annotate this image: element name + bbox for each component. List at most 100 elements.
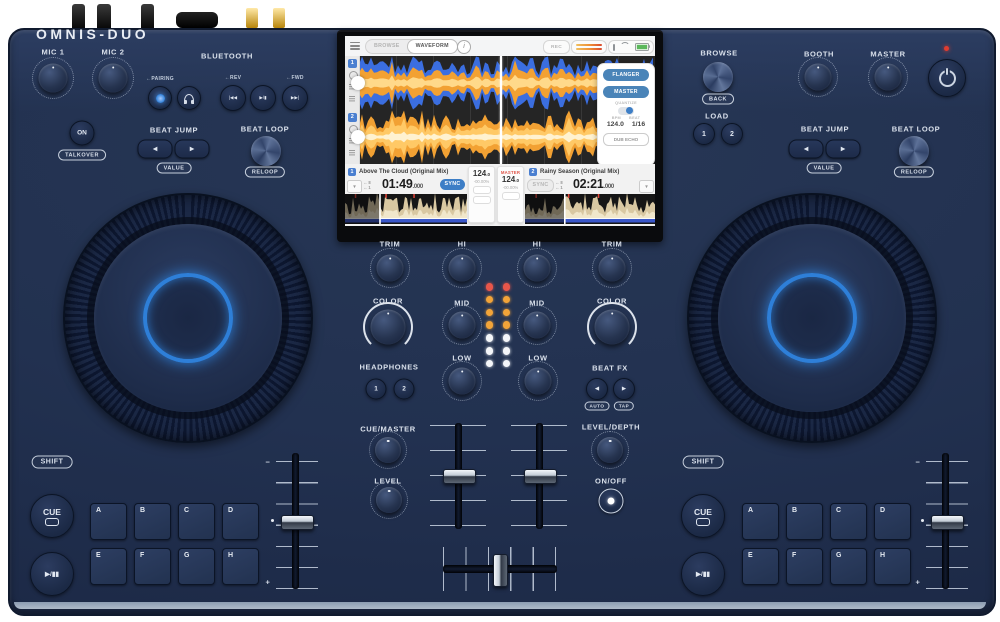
- beat-loop-left-label: BEAT LOOP: [241, 125, 290, 134]
- screen-header: BROWSE WAVEFORM i REC: [345, 36, 655, 57]
- pad-left-h[interactable]: H: [222, 548, 259, 585]
- tempo-left-cap[interactable]: [281, 515, 314, 530]
- beat-loop-right-knob[interactable]: [899, 136, 929, 166]
- beat-fx-prev-button[interactable]: ◀: [586, 378, 608, 400]
- trim-left-knob[interactable]: [377, 255, 404, 282]
- quantize-toggle[interactable]: [618, 107, 634, 116]
- hi-right-knob[interactable]: [524, 255, 551, 282]
- shift-right-button[interactable]: SHIFT: [683, 456, 724, 469]
- pad-right-h[interactable]: H: [874, 548, 911, 585]
- pad-right-d[interactable]: D: [874, 503, 911, 540]
- beat-jump-right-back-button[interactable]: ◀: [789, 140, 824, 159]
- deck1-tempo-range-button[interactable]: [473, 186, 491, 194]
- power-icon: [939, 70, 956, 87]
- pad-left-c[interactable]: C: [178, 503, 215, 540]
- master-knob[interactable]: [875, 64, 902, 91]
- beat-fx-next-button[interactable]: ▶: [613, 378, 635, 400]
- crossfader-cap[interactable]: [493, 554, 508, 587]
- color-left-knob[interactable]: [371, 310, 406, 345]
- rec-button[interactable]: REC: [543, 40, 570, 54]
- level-knob[interactable]: [376, 487, 402, 513]
- low-left-knob[interactable]: [449, 368, 476, 395]
- trim-right-knob[interactable]: [599, 255, 626, 282]
- deck1-sync-button[interactable]: SYNC: [440, 179, 465, 190]
- level-depth-knob[interactable]: [597, 437, 623, 463]
- booth-knob[interactable]: [805, 64, 832, 91]
- bluetooth-pairing-button[interactable]: [148, 86, 172, 110]
- pad-right-a[interactable]: A: [742, 503, 779, 540]
- fx-select-button[interactable]: FLANGER: [603, 69, 649, 81]
- deck1-playhead: [500, 56, 502, 110]
- play-right-button[interactable]: ▶/▮▮: [681, 552, 725, 596]
- deck2-badge: 2: [348, 113, 357, 122]
- pad-right-c[interactable]: C: [830, 503, 867, 540]
- track-prev-button[interactable]: |◀◀: [220, 85, 246, 111]
- mid-left-knob[interactable]: [449, 312, 476, 339]
- fx-beat-value[interactable]: 1/16: [632, 121, 645, 128]
- deck2-expand-button[interactable]: ▼: [639, 180, 654, 193]
- deck1-overview-waveform[interactable]: [345, 194, 467, 224]
- fx-beat-label: BEAT: [629, 116, 640, 120]
- beat-loop-left-knob[interactable]: [251, 136, 281, 166]
- deck1-lane-handle[interactable]: [351, 76, 365, 90]
- fx-bpm-value[interactable]: 124.0: [607, 121, 624, 128]
- mic1-knob[interactable]: [39, 64, 68, 93]
- low-right-knob[interactable]: [525, 368, 552, 395]
- tab-waveform[interactable]: WAVEFORM: [407, 39, 458, 54]
- deck1-tempo-reset-button[interactable]: [473, 196, 491, 204]
- deck2-lane-handle[interactable]: [351, 130, 365, 144]
- pad-right-b[interactable]: B: [786, 503, 823, 540]
- fx-on-off-button[interactable]: [599, 489, 624, 514]
- headphones-label: HEADPHONES: [360, 363, 419, 372]
- deck2-sync-button[interactable]: SYNC: [527, 179, 554, 192]
- cue-right-button[interactable]: CUE: [681, 494, 725, 538]
- pad-left-e[interactable]: E: [90, 548, 127, 585]
- pad-left-g[interactable]: G: [178, 548, 215, 585]
- deck1-expand-button[interactable]: ▼: [347, 180, 362, 193]
- bt-play-pause-button[interactable]: ▶/▮: [250, 85, 276, 111]
- menu-icon[interactable]: [350, 42, 360, 50]
- shift-left-button[interactable]: SHIFT: [32, 456, 73, 469]
- load-1-button[interactable]: 1: [693, 123, 715, 145]
- deck2-tempo-range-button[interactable]: [502, 192, 520, 200]
- power-button[interactable]: [928, 59, 966, 97]
- touch-screen[interactable]: BROWSE WAVEFORM i REC 1 2: [345, 36, 655, 226]
- pad-right-e[interactable]: E: [742, 548, 779, 585]
- track-next-button[interactable]: ▶▶|: [282, 85, 308, 111]
- play-left-button[interactable]: ▶/▮▮: [30, 552, 74, 596]
- pad-left-b[interactable]: B: [134, 503, 171, 540]
- cue-master-knob[interactable]: [375, 437, 401, 463]
- fx-bank-button[interactable]: DUB ECHO: [603, 133, 649, 146]
- beat-jump-left-fwd-button[interactable]: ▶: [175, 140, 210, 159]
- mid-right-knob[interactable]: [524, 312, 551, 339]
- ch2-fader-cap[interactable]: [524, 469, 557, 484]
- meter-bar: [576, 48, 602, 51]
- arrow-right-icon: ▶: [190, 146, 195, 153]
- fx-value-labels: BPM BEAT: [612, 116, 641, 120]
- mic-on-button[interactable]: ON: [70, 121, 95, 146]
- pad-left-a[interactable]: A: [90, 503, 127, 540]
- headphones-2-button[interactable]: 2: [394, 379, 415, 400]
- deck2-loop-badges: ↔ 8↔ 1: [555, 180, 563, 191]
- mic2-knob[interactable]: [99, 64, 128, 93]
- pad-left-d[interactable]: D: [222, 503, 259, 540]
- color-right-knob[interactable]: [595, 310, 630, 345]
- headphones-1-button[interactable]: 1: [366, 379, 387, 400]
- load-2-button[interactable]: 2: [721, 123, 743, 145]
- browse-knob[interactable]: [703, 62, 733, 92]
- deck2-overview-waveform[interactable]: [525, 194, 655, 224]
- fx-panel: FLANGER MASTER QUANTIZE BPM BEAT 124.0 1…: [597, 63, 655, 166]
- beat-jump-right-fwd-button[interactable]: ▶: [826, 140, 861, 159]
- pad-right-f[interactable]: F: [786, 548, 823, 585]
- tab-browse[interactable]: BROWSE: [366, 40, 408, 53]
- hi-left-knob[interactable]: [449, 255, 476, 282]
- fx-assign-button[interactable]: MASTER: [603, 86, 649, 98]
- ch1-fader-cap[interactable]: [443, 469, 476, 484]
- info-button[interactable]: i: [457, 40, 471, 54]
- pad-left-f[interactable]: F: [134, 548, 171, 585]
- cue-left-button[interactable]: CUE: [30, 494, 74, 538]
- beat-jump-left-back-button[interactable]: ◀: [138, 140, 173, 159]
- pad-right-g[interactable]: G: [830, 548, 867, 585]
- tempo-right-cap[interactable]: [931, 515, 964, 530]
- headphone-cue-button[interactable]: [177, 86, 201, 110]
